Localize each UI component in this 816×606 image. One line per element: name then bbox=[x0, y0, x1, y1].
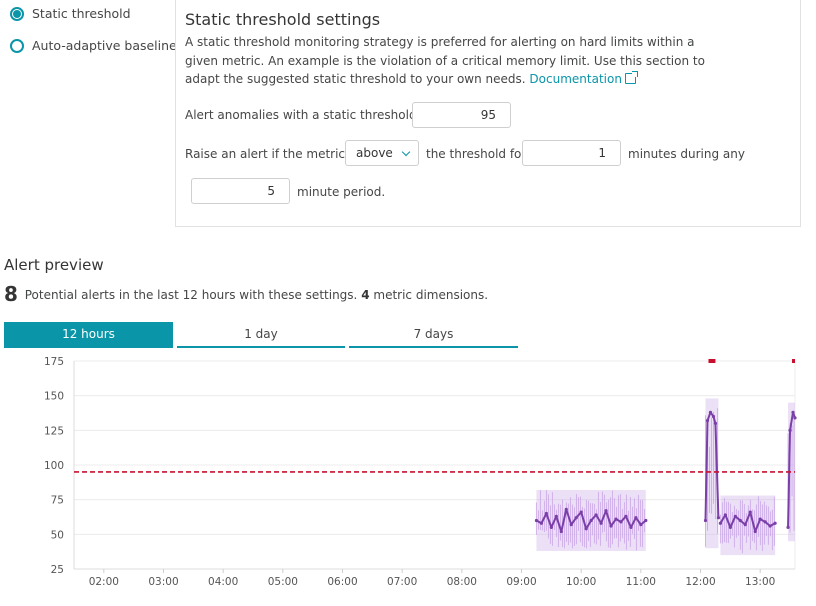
condition-select[interactable]: above bbox=[345, 140, 419, 166]
series-point bbox=[604, 509, 608, 513]
series-point bbox=[786, 525, 790, 529]
alert-summary-text: Potential alerts in the last 12 hours wi… bbox=[24, 288, 358, 302]
radio-static-threshold[interactable]: Static threshold bbox=[10, 6, 131, 21]
series-point bbox=[793, 416, 797, 420]
y-tick-label: 125 bbox=[44, 425, 64, 437]
series-point bbox=[791, 410, 795, 414]
series-point bbox=[559, 529, 563, 534]
tab-12-hours[interactable]: 12 hours bbox=[4, 322, 173, 348]
series-point bbox=[743, 523, 747, 527]
series-point bbox=[579, 510, 583, 514]
series-point bbox=[534, 518, 539, 523]
series-point bbox=[723, 513, 727, 517]
series-point bbox=[773, 521, 777, 525]
x-tick-label: 06:00 bbox=[327, 576, 357, 588]
series-point bbox=[634, 516, 638, 520]
series-point bbox=[718, 521, 723, 525]
y-tick-label: 175 bbox=[44, 356, 64, 368]
radio-label: Static threshold bbox=[32, 6, 131, 21]
dimensions-label: metric dimensions. bbox=[373, 288, 489, 302]
series-point bbox=[708, 410, 713, 414]
series-point bbox=[713, 421, 718, 425]
y-tick-label: 50 bbox=[51, 529, 64, 541]
x-tick-label: 04:00 bbox=[208, 576, 238, 588]
series-point bbox=[614, 517, 618, 521]
x-tick-label: 08:00 bbox=[447, 576, 477, 588]
series-point bbox=[705, 419, 710, 423]
series-point bbox=[594, 513, 598, 517]
documentation-link[interactable]: Documentation bbox=[529, 71, 638, 86]
series-point bbox=[549, 525, 553, 529]
alert-count: 8 bbox=[4, 282, 18, 306]
x-tick-label: 10:00 bbox=[566, 576, 596, 588]
period-input[interactable]: 5 bbox=[191, 178, 290, 204]
series-point bbox=[711, 414, 716, 419]
series-point bbox=[738, 518, 742, 523]
series-point bbox=[624, 514, 628, 518]
radio-unselected-icon bbox=[10, 38, 24, 53]
series-point bbox=[748, 510, 752, 514]
series-point bbox=[733, 514, 737, 518]
series-point bbox=[629, 525, 633, 529]
series-point bbox=[758, 517, 762, 521]
series-point bbox=[539, 521, 544, 525]
tab-1-day[interactable]: 1 day bbox=[177, 322, 345, 348]
y-tick-label: 25 bbox=[51, 564, 64, 576]
series-point bbox=[728, 525, 732, 529]
settings-description: A static threshold monitoring strategy i… bbox=[185, 33, 705, 89]
series-point bbox=[716, 516, 721, 520]
series-point bbox=[544, 511, 548, 516]
settings-title: Static threshold settings bbox=[185, 10, 381, 29]
tab-7-days[interactable]: 7 days bbox=[349, 322, 518, 348]
radio-label: Auto-adaptive baseline bbox=[32, 38, 177, 53]
radio-selected-icon bbox=[10, 6, 24, 21]
series-point bbox=[574, 516, 578, 520]
x-tick-label: 13:00 bbox=[745, 576, 775, 588]
y-tick-label: 75 bbox=[51, 495, 64, 507]
series-point bbox=[753, 529, 757, 534]
series-point bbox=[609, 524, 613, 528]
raise-alert-label: Raise an alert if the metric is bbox=[185, 147, 359, 161]
chevron-down-icon bbox=[401, 147, 411, 157]
x-tick-label: 07:00 bbox=[387, 576, 417, 588]
alert-preview-chart: 25 50 75 100 125 150 175 02:00 03:00 04:00 05:00 06… bbox=[44, 356, 797, 588]
series-point bbox=[564, 507, 568, 511]
y-tick-label: 100 bbox=[44, 460, 64, 472]
series-point bbox=[619, 520, 623, 524]
x-tick-label: 02:00 bbox=[89, 576, 119, 588]
series-point bbox=[554, 514, 558, 518]
x-tick-label: 03:00 bbox=[148, 576, 178, 588]
radio-auto-adaptive-baseline[interactable]: Auto-adaptive baseline bbox=[10, 38, 177, 53]
condition-value: above bbox=[356, 146, 393, 160]
alert-summary: 8 Potential alerts in the last 12 hours … bbox=[4, 282, 488, 306]
minutes-input[interactable]: 1 bbox=[522, 140, 621, 166]
series-point bbox=[599, 521, 603, 525]
x-tick-label: 11:00 bbox=[626, 576, 656, 588]
external-link-icon bbox=[624, 71, 638, 84]
y-tick-label: 150 bbox=[44, 391, 64, 403]
series-point bbox=[763, 520, 767, 524]
series-point bbox=[569, 523, 573, 527]
dimensions-count: 4 bbox=[361, 288, 370, 302]
series-point bbox=[584, 527, 588, 531]
series-point bbox=[644, 518, 648, 523]
x-tick-label: 05:00 bbox=[268, 576, 298, 588]
x-tick-label: 12:00 bbox=[685, 576, 715, 588]
x-tick-label: 09:00 bbox=[506, 576, 536, 588]
series-point bbox=[768, 524, 772, 528]
period-label: minute period. bbox=[297, 185, 386, 199]
series-point bbox=[703, 518, 708, 523]
threshold-input[interactable]: 95 bbox=[412, 102, 511, 128]
series-point bbox=[788, 428, 792, 432]
minutes-during-label: minutes during any bbox=[628, 147, 745, 161]
series-point bbox=[589, 518, 593, 523]
alert-preview-title: Alert preview bbox=[4, 256, 104, 274]
series-point bbox=[639, 523, 643, 527]
threshold-label: Alert anomalies with a static threshold … bbox=[185, 108, 432, 122]
threshold-for-label: the threshold for bbox=[426, 147, 527, 161]
